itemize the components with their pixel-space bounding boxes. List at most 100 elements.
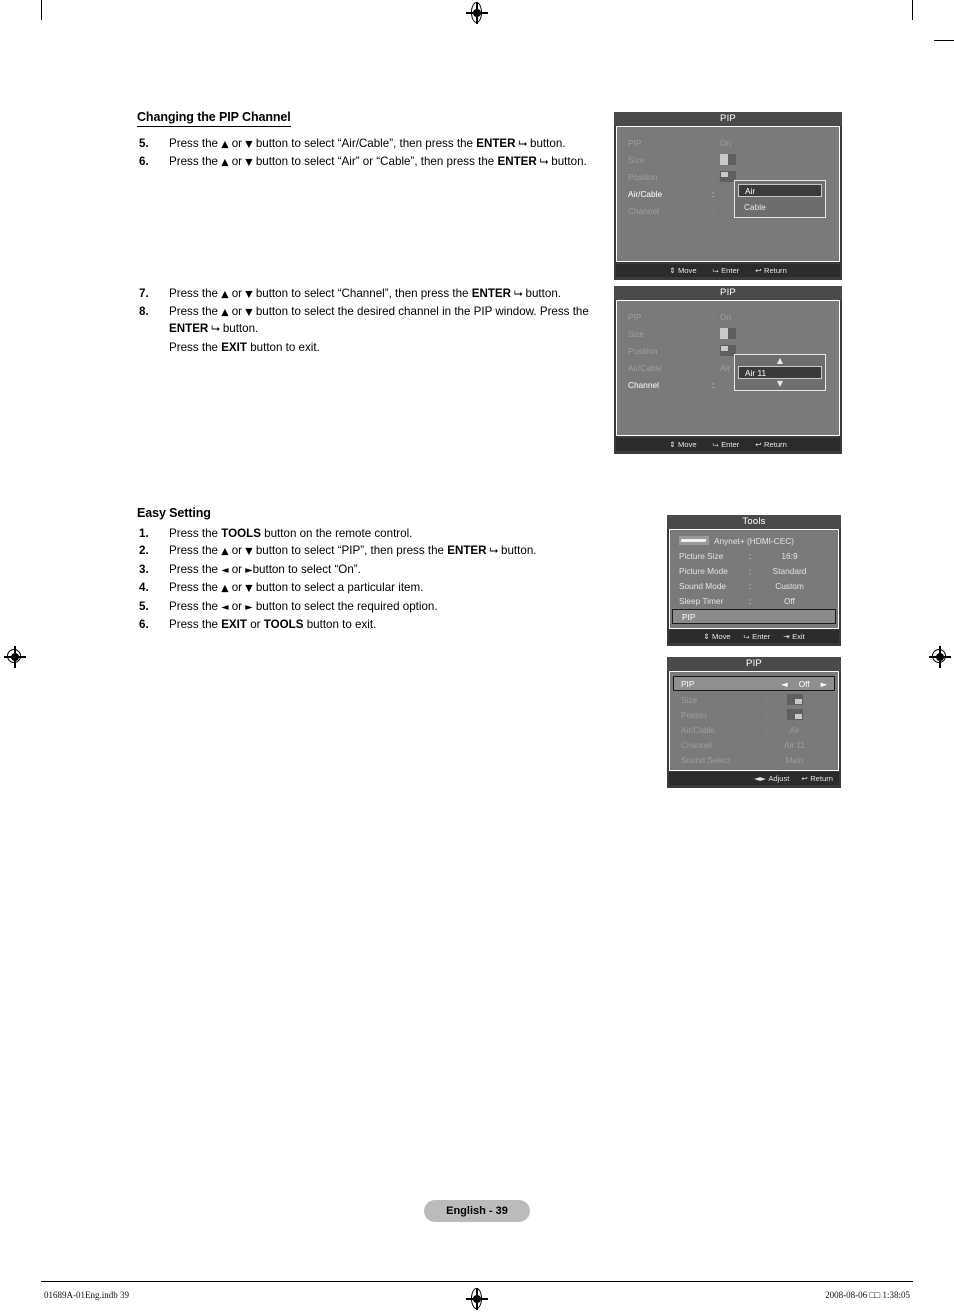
enter-glyph-icon: ⮡ (515, 137, 528, 150)
instruction-step: 7. Press the ▲ or ▼ button to select “Cha… (137, 286, 617, 302)
step-text: button to exit. (246, 341, 320, 355)
step-body: Press the ▲ or ▼ button to select “Chann… (169, 287, 561, 300)
osd-row-colon: : (765, 754, 768, 765)
direction-arrow-icon: ▼ (245, 583, 253, 595)
step-text: or (228, 155, 246, 169)
step-text: Press the (169, 287, 222, 300)
step-text: button. (548, 155, 587, 169)
tools-row-pip-selected[interactable]: PIP (672, 609, 836, 624)
pip-toggle-row[interactable]: PIP ◄ Off ► (673, 676, 835, 691)
step-number: 8. (139, 305, 149, 319)
osd-row-colon: : (765, 694, 768, 705)
osd-footer-hint-enter: ⮡ Enter (713, 438, 740, 451)
step-text: or (228, 137, 246, 150)
spinner-down-icon[interactable]: ▼ (738, 380, 822, 388)
osd-footer-hint-move: ⇕ Move (703, 630, 730, 643)
air-cable-dropdown[interactable]: Air Cable (734, 180, 826, 218)
step-text: Press the (169, 341, 222, 355)
enter-glyph-icon: ⮡ (712, 266, 722, 275)
step-text: button to exit. (303, 618, 377, 632)
dropdown-option-air[interactable]: Air (738, 184, 822, 197)
step-text: button on the remote control. (260, 527, 413, 540)
step-text: or (228, 562, 246, 576)
emphasis-text: ENTER (471, 287, 512, 300)
crop-mark-right-upper (934, 40, 954, 42)
osd-footer-hint-return: ↩ Return (755, 438, 787, 451)
osd-footer-hint-move: ⇕ Move (669, 264, 696, 277)
direction-arrow-icon: ◄ (221, 601, 229, 613)
step-number: 6. (139, 155, 149, 169)
osd-row-pip[interactable]: PIP: On (617, 134, 839, 151)
step-body: Press the ▲ or ▼ button to select “Air” … (169, 155, 587, 168)
osd-row-label: Channel (628, 205, 659, 216)
osd-row-colon: : (765, 724, 768, 735)
osd-tools-title: Tools (667, 515, 841, 529)
osd-row-air-cable[interactable]: Air/Cable: Air (670, 722, 838, 737)
tools-row-colon: : (749, 595, 752, 606)
osd-row-size[interactable]: Size: (670, 692, 838, 707)
tools-row-sound-mode[interactable]: Sound Mode: Custom (670, 578, 838, 593)
osd-row-value (773, 694, 838, 706)
step-text: or (228, 599, 246, 613)
tools-row-sleep-timer[interactable]: Sleep Timer: Off (670, 593, 838, 608)
adjust-glyph-icon: ◄► (754, 774, 769, 783)
step-number: 6. (139, 618, 149, 632)
step-number: 1. (139, 527, 149, 540)
osd-pip-air-cable: PIP PIP: On Size: Position: Air/Cable: Channe… (614, 112, 842, 280)
osd-row-label: Air/Cable (628, 188, 663, 199)
spinner-up-icon[interactable]: ▲ (738, 357, 822, 365)
pip-left-arrow-icon[interactable]: ◄ (781, 679, 787, 689)
instruction-step: 6. Press the ▲ or ▼ button to select “Air… (137, 154, 617, 170)
osd-row-colon: : (712, 171, 715, 182)
osd-row-pip[interactable]: PIP: On (617, 308, 839, 325)
osd-row-colon: : (712, 362, 715, 373)
osd-row-size[interactable]: Size: (617, 325, 839, 342)
osd-row-colon: : (712, 205, 715, 216)
spinner-value[interactable]: Air 11 (738, 366, 822, 379)
tools-row-picture-size[interactable]: Picture Size: 16:9 (670, 548, 838, 563)
step-text: or (246, 618, 264, 632)
steps-list-easy-setting: 1. Press the TOOLS button on the remote c… (137, 526, 617, 634)
osd-tools-menu: Tools Anynet+ (HDMI-CEC) Picture Size: 16… (667, 515, 841, 646)
footer-timestamp: 2008-08-06 □□ 1:38:05 (825, 1290, 910, 1300)
step-body: Press the EXIT or TOOLS button to exit. (169, 618, 376, 631)
osd-row-value (773, 709, 838, 721)
step-text: button to select “On”. (252, 562, 361, 576)
step-text: button to select a particular item. (252, 581, 424, 595)
size-big-icon (720, 328, 736, 340)
crop-mark-top-right (912, 0, 914, 20)
channel-spinner[interactable]: ▲ Air 11 ▼ (734, 354, 826, 391)
osd-row-colon: : (712, 379, 715, 390)
tools-row-colon: : (749, 565, 752, 576)
dropdown-option-cable[interactable]: Cable (738, 201, 822, 214)
move-glyph-icon: ⇕ (669, 266, 678, 275)
tools-row-anynet[interactable]: Anynet+ (HDMI-CEC) (670, 533, 838, 548)
step-text: button to select the required option. (252, 599, 438, 613)
osd-row-size[interactable]: Size: (617, 151, 839, 168)
osd-footer-hint-label: Move (677, 266, 697, 275)
osd-footer-hint-label: Enter (721, 266, 740, 275)
osd-row-sound-select[interactable]: Sound Select: Main (670, 752, 838, 767)
pip-right-arrow-icon[interactable]: ► (821, 679, 827, 689)
return-glyph-icon: ↩ (755, 440, 764, 449)
anynet-logo-icon (679, 536, 709, 545)
step-text: button. (219, 321, 259, 335)
tools-row-picture-mode[interactable]: Picture Mode: Standard (670, 563, 838, 578)
instruction-step: 2. Press the ▲ or ▼ button to select “PIP… (137, 543, 617, 559)
osd-footer-hint-move: ⇕ Move (669, 438, 696, 451)
step-text: button to select “PIP”, then press the (252, 544, 448, 558)
osd-row-channel[interactable]: Channel: Air 11 (670, 737, 838, 752)
osd-row-posion[interactable]: Posion: (670, 707, 838, 722)
step-number: 2. (139, 544, 149, 558)
instruction-step: 5. Press the ▲ or ▼ button to select “Air… (137, 136, 617, 152)
osd-row-value (720, 154, 839, 166)
registration-mark-left (4, 646, 26, 668)
tools-row-label: Picture Mode (679, 565, 728, 576)
tools-row-label: Sleep Timer (679, 595, 724, 606)
osd-row-label: Position (628, 171, 658, 182)
osd-row-label: Sound Select (681, 754, 731, 765)
osd-footer-hint-enter: ⮡ Enter (713, 264, 740, 277)
step-body: Press the ▲ or ▼ button to select a part… (169, 581, 423, 594)
enter-glyph-icon: ⮡ (486, 544, 499, 558)
instruction-step: 1. Press the TOOLS button on the remote c… (137, 526, 617, 541)
